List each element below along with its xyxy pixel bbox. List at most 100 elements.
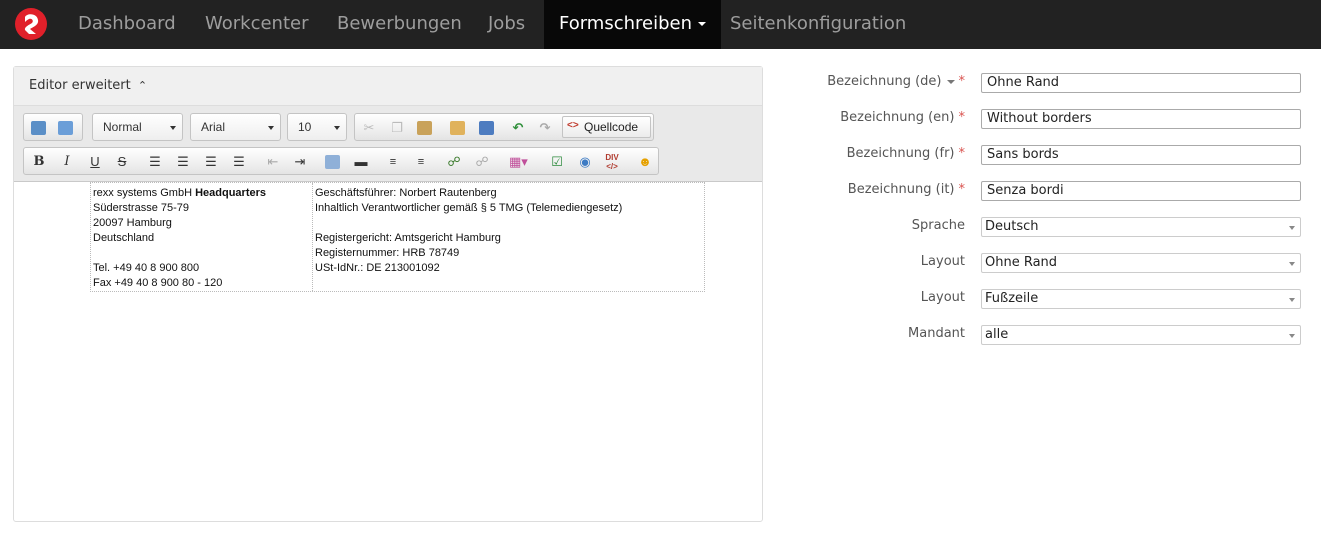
redo-icon[interactable]: ↷	[536, 119, 554, 137]
source-code-icon: <>	[567, 120, 579, 131]
smiley-icon[interactable]: ☻	[636, 153, 654, 171]
chevron-down-icon	[170, 126, 176, 130]
horizontal-rule-icon[interactable]: ▬	[352, 153, 370, 171]
align-left-icon[interactable]: ☰	[146, 153, 164, 171]
unlink-icon[interactable]: ☍	[473, 153, 491, 171]
editor-title-label: Editor erweitert	[29, 78, 131, 93]
toolbar-group-clipboard: ✂ ❐ ↶ ↷ <> Quellcode	[354, 113, 654, 141]
language-dropdown-caret-icon[interactable]	[946, 79, 955, 84]
format-select[interactable]: Normal	[92, 113, 183, 141]
font-select[interactable]: Arial	[190, 113, 281, 141]
label-bezeichnung-fr: Bezeichnung (fr) *	[846, 146, 965, 161]
size-select-value: 10	[298, 120, 312, 134]
size-select[interactable]: 10	[287, 113, 347, 141]
bezeichnung-de-input[interactable]: Ohne Rand	[981, 73, 1301, 93]
nav-seitenkonfiguration[interactable]: Seitenkonfiguration	[730, 0, 906, 49]
source-button[interactable]: <> Quellcode	[562, 116, 651, 138]
toolbar-group-styles: B I U S ☰ ☰ ☰ ☰ ⇤ ⇥ ▬ ≡ ≡ ☍ ☍ ▦▾ ☑ ◉ DIV…	[23, 147, 659, 175]
label-sprache: Sprache	[911, 218, 965, 233]
left-line-7: Fax +49 40 8 900 80 - 120	[93, 277, 223, 289]
layout-select-value: Ohne Rand	[985, 255, 1058, 270]
nav-jobs[interactable]: Jobs	[488, 0, 525, 49]
editor-title[interactable]: Editor erweitert ⌃	[29, 78, 147, 93]
left-line-2: Süderstrasse 75-79	[93, 202, 189, 214]
radio-icon[interactable]: ◉	[576, 153, 594, 171]
label-layout: Layout	[920, 254, 965, 269]
right-line-3	[315, 216, 701, 231]
bezeichnung-fr-input[interactable]: Sans bords	[981, 145, 1301, 165]
layout-footer-select-value: Fußzeile	[985, 291, 1039, 306]
div-container-icon[interactable]: DIV </>	[603, 153, 621, 171]
indent-icon[interactable]: ⇥	[291, 153, 309, 171]
double-chevron-up-icon: ⌃	[137, 79, 148, 92]
nav-bewerbungen[interactable]: Bewerbungen	[337, 0, 462, 49]
layout-footer-select[interactable]: Fußzeile	[981, 289, 1301, 309]
nav-formschreiben[interactable]: Formschreiben	[544, 0, 722, 49]
nav-dashboard[interactable]: Dashboard	[78, 0, 176, 49]
source-button-label: Quellcode	[584, 120, 639, 134]
caret-down-icon	[698, 22, 707, 26]
bezeichnung-it-input[interactable]: Senza bordi	[981, 181, 1301, 201]
align-right-icon[interactable]: ☰	[202, 153, 220, 171]
table-icon[interactable]	[324, 153, 342, 171]
chevron-down-icon	[1289, 334, 1295, 338]
format-select-value: Normal	[103, 120, 142, 134]
paste-icon[interactable]	[415, 119, 433, 137]
copy-icon[interactable]: ❐	[388, 119, 406, 137]
editor-content-table[interactable]: rexx systems GmbH Headquarters Süderstra…	[90, 182, 705, 292]
bold-icon[interactable]: B	[30, 153, 48, 171]
label-bezeichnung-it: Bezeichnung (it) *	[847, 182, 965, 197]
left-line-6: Tel. +49 40 8 900 800	[93, 262, 200, 274]
strikethrough-icon[interactable]: S	[113, 153, 131, 171]
chevron-down-icon	[334, 126, 340, 130]
chevron-down-icon	[1289, 226, 1295, 230]
templates-icon[interactable]	[58, 119, 76, 137]
undo-icon[interactable]: ↶	[509, 119, 527, 137]
outdent-icon[interactable]: ⇤	[264, 153, 282, 171]
link-icon[interactable]: ☍	[445, 153, 463, 171]
chevron-down-icon	[268, 126, 274, 130]
checkbox-icon[interactable]: ☑	[548, 153, 566, 171]
cut-icon[interactable]: ✂	[360, 119, 378, 137]
left-line-3: 20097 Hamburg	[93, 217, 172, 229]
right-line-1: Geschäftsführer: Norbert Rautenberg	[315, 187, 497, 199]
editor-toolbar: Normal Arial 10 ✂ ❐ ↶ ↷ <> Quellcode B I…	[14, 106, 762, 182]
mandant-select-value: alle	[985, 327, 1009, 342]
chevron-down-icon	[1289, 298, 1295, 302]
label-bezeichnung-de: Bezeichnung (de) *	[827, 74, 965, 89]
label-bezeichnung-en: Bezeichnung (en) *	[840, 110, 965, 125]
right-line-2: Inhaltlich Verantwortlicher gemäß § 5 TM…	[315, 202, 623, 214]
label-layout-footer: Layout	[920, 290, 965, 305]
right-line-4: Registergericht: Amtsgericht Hamburg	[315, 232, 501, 244]
nav-formschreiben-label: Formschreiben	[559, 13, 693, 34]
left-line-1: rexx systems GmbH Headquarters	[93, 187, 266, 199]
layout-select[interactable]: Ohne Rand	[981, 253, 1301, 273]
bezeichnung-en-input[interactable]: Without borders	[981, 109, 1301, 129]
sprache-select-value: Deutsch	[985, 219, 1039, 234]
italic-icon[interactable]: I	[58, 153, 76, 171]
editor-panel: Editor erweitert ⌃ Normal Arial 10 ✂ ❐ ↶…	[13, 66, 763, 522]
align-center-icon[interactable]: ☰	[174, 153, 192, 171]
editor-panel-header[interactable]: Editor erweitert ⌃	[14, 67, 762, 106]
bullet-list-icon[interactable]: ≡	[412, 153, 430, 171]
font-select-value: Arial	[201, 120, 226, 134]
sprache-select[interactable]: Deutsch	[981, 217, 1301, 237]
paste-word-icon[interactable]	[477, 119, 495, 137]
mandant-select[interactable]: alle	[981, 325, 1301, 345]
underline-icon[interactable]: U	[86, 153, 104, 171]
right-line-5: Registernummer: HRB 78749	[315, 247, 460, 259]
new-page-icon[interactable]	[30, 119, 48, 137]
right-line-6: USt-IdNr.: DE 213001092	[315, 262, 440, 274]
toolbar-group-templates	[23, 113, 83, 141]
align-justify-icon[interactable]: ☰	[230, 153, 248, 171]
label-mandant: Mandant	[908, 326, 965, 341]
nav-workcenter[interactable]: Workcenter	[205, 0, 309, 49]
paste-text-icon[interactable]	[448, 119, 466, 137]
chevron-down-icon	[1289, 262, 1295, 266]
content-left-column[interactable]: rexx systems GmbH Headquarters Süderstra…	[91, 183, 313, 291]
numbered-list-icon[interactable]: ≡	[384, 153, 402, 171]
content-right-column[interactable]: Geschäftsführer: Norbert Rautenberg Inha…	[313, 183, 703, 291]
left-line-5	[93, 246, 310, 261]
form-fields-icon[interactable]: ▦▾	[509, 153, 528, 171]
rexx-logo-icon[interactable]	[15, 8, 47, 40]
